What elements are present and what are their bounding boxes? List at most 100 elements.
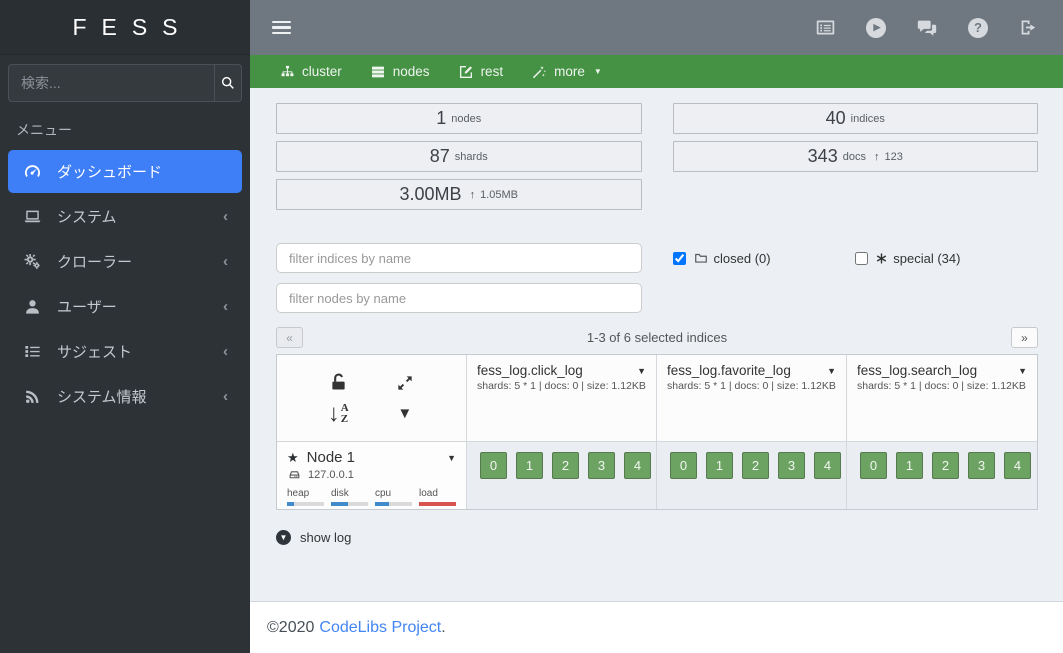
expand-icon[interactable] xyxy=(395,373,415,393)
nav-cluster[interactable]: cluster xyxy=(266,55,356,88)
star-icon: ★ xyxy=(287,449,299,465)
shard-cell-click-log: 0 1 2 3 4 xyxy=(467,442,657,509)
footer: ©2020 CodeLibs Project . xyxy=(250,601,1063,653)
index-meta: shards: 5 * 1 | docs: 0 | size: 1.12KB xyxy=(477,380,646,392)
sidebar-menu: ダッシュボード システム ‹ クローラー ‹ ユーザー ‹ サジェスト ‹ シス… xyxy=(0,149,250,419)
next-page-button[interactable]: » xyxy=(1011,327,1038,348)
chevron-left-icon: ‹ xyxy=(223,208,228,225)
shard-box[interactable]: 2 xyxy=(552,452,579,479)
sort-alpha-icon[interactable]: ↓ AZ xyxy=(328,401,349,426)
caret-down-icon[interactable]: ▼ xyxy=(637,366,646,376)
sign-out-icon[interactable] xyxy=(1018,17,1040,39)
caret-down-icon: ▼ xyxy=(593,67,602,76)
caret-down-icon[interactable]: ▼ xyxy=(397,405,412,422)
topbar: ▶ ? xyxy=(250,0,1063,55)
nav-more[interactable]: more ▼ xyxy=(517,55,616,88)
index-filter-input[interactable] xyxy=(276,243,642,273)
unlock-icon[interactable] xyxy=(328,372,349,393)
shard-box[interactable]: 1 xyxy=(516,452,543,479)
edit-icon xyxy=(458,64,474,80)
node-ip: 127.0.0.1 xyxy=(308,468,354,481)
shard-box[interactable]: 1 xyxy=(896,452,923,479)
chevron-left-icon: ‹ xyxy=(223,343,228,360)
prev-page-button[interactable]: « xyxy=(276,327,303,348)
stat-docs: 343 docs ↑ 123 xyxy=(672,141,1038,172)
index-meta: shards: 5 * 1 | docs: 0 | size: 1.12KB xyxy=(857,380,1026,392)
shard-box[interactable]: 4 xyxy=(1004,452,1031,479)
sidebar-item-user[interactable]: ユーザー ‹ xyxy=(8,285,242,328)
gears-icon xyxy=(20,252,44,271)
asterisk-icon xyxy=(876,252,887,264)
closed-filter[interactable]: closed (0) xyxy=(672,251,856,266)
sidebar-item-label: システム情報 xyxy=(57,389,147,406)
comments-icon[interactable] xyxy=(916,17,938,39)
sidebar-search xyxy=(8,64,242,102)
show-log-label: show log xyxy=(300,530,352,545)
codelibs-link[interactable]: CodeLibs Project xyxy=(319,619,441,637)
fess-admin-screen: FESS メニュー ダッシュボード システム ‹ xyxy=(0,0,1063,653)
show-log-toggle[interactable]: ▼ show log xyxy=(276,530,1038,545)
sidebar-item-label: ユーザー xyxy=(57,299,117,316)
special-checkbox[interactable] xyxy=(855,251,869,265)
pagination-summary: 1-3 of 6 selected indices xyxy=(586,330,728,345)
search-input[interactable] xyxy=(9,65,214,101)
nav-rest[interactable]: rest xyxy=(444,55,518,88)
wand-icon xyxy=(531,64,547,80)
shard-cell-favorite-log: 0 1 2 3 4 xyxy=(657,442,847,509)
list-icon xyxy=(20,342,44,361)
question-circle-icon[interactable]: ? xyxy=(967,17,989,39)
sidebar-item-crawler[interactable]: クローラー ‹ xyxy=(8,240,242,283)
chevron-left-icon: ‹ xyxy=(223,298,228,315)
shard-box[interactable]: 3 xyxy=(778,452,805,479)
metric-heap: heap xyxy=(287,488,324,506)
shard-box[interactable]: 3 xyxy=(968,452,995,479)
stat-size: 3.00MB ↑ 1.05MB xyxy=(276,179,642,210)
shard-box[interactable]: 3 xyxy=(588,452,615,479)
index-meta: shards: 5 * 1 | docs: 0 | size: 1.12KB xyxy=(667,380,836,392)
shard-cell-search-log: 0 1 2 3 4 xyxy=(847,442,1037,509)
nav-nodes[interactable]: nodes xyxy=(356,55,444,88)
sidebar-item-label: クローラー xyxy=(57,254,133,271)
play-circle-icon[interactable]: ▶ xyxy=(865,17,887,39)
sidebar-item-dashboard[interactable]: ダッシュボード xyxy=(8,150,242,193)
stat-shards: 87 shards xyxy=(276,141,642,172)
metric-load: load xyxy=(419,488,456,506)
index-header-click-log: fess_log.click_log ▼ shards: 5 * 1 | doc… xyxy=(467,355,657,442)
rss-icon xyxy=(20,387,44,406)
app-logo: FESS xyxy=(0,0,250,55)
shard-box[interactable]: 0 xyxy=(480,452,507,479)
main-area: ▶ ? cluster nodes rest more ▼ 1 nodes 87… xyxy=(250,0,1063,653)
chevron-left-icon: ‹ xyxy=(223,388,228,405)
footer-suffix: . xyxy=(441,618,446,636)
sidebar-item-system-info[interactable]: システム情報 ‹ xyxy=(8,375,242,418)
search-icon xyxy=(220,75,236,91)
caret-down-icon[interactable]: ▼ xyxy=(1018,366,1027,376)
menu-header: メニュー xyxy=(16,122,72,138)
closed-checkbox[interactable] xyxy=(672,251,686,265)
shard-box[interactable]: 4 xyxy=(814,452,841,479)
list-alt-icon[interactable] xyxy=(814,17,836,39)
index-name: fess_log.search_log xyxy=(857,363,978,378)
server-icon xyxy=(370,64,386,80)
shard-box[interactable]: 2 xyxy=(932,452,959,479)
search-button[interactable] xyxy=(214,65,241,101)
node-metrics: heap disk cpu load xyxy=(287,488,456,506)
cluster-navbar: cluster nodes rest more ▼ xyxy=(250,55,1063,88)
hamburger-icon[interactable] xyxy=(272,20,291,35)
index-name: fess_log.click_log xyxy=(477,363,583,378)
caret-down-icon[interactable]: ▼ xyxy=(827,366,836,376)
stat-indices: 40 indices xyxy=(672,103,1038,134)
shard-box[interactable]: 4 xyxy=(624,452,651,479)
sidebar-item-suggest[interactable]: サジェスト ‹ xyxy=(8,330,242,373)
sitemap-icon xyxy=(280,64,295,79)
caret-down-icon[interactable]: ▼ xyxy=(447,453,456,463)
chevron-circle-down-icon: ▼ xyxy=(276,530,291,545)
shard-box[interactable]: 0 xyxy=(670,452,697,479)
shard-box[interactable]: 0 xyxy=(860,452,887,479)
sidebar: FESS メニュー ダッシュボード システム ‹ xyxy=(0,0,250,653)
shard-box[interactable]: 2 xyxy=(742,452,769,479)
shard-box[interactable]: 1 xyxy=(706,452,733,479)
special-filter[interactable]: special (34) xyxy=(855,251,1038,266)
node-filter-input[interactable] xyxy=(276,283,642,313)
sidebar-item-system[interactable]: システム ‹ xyxy=(8,195,242,238)
